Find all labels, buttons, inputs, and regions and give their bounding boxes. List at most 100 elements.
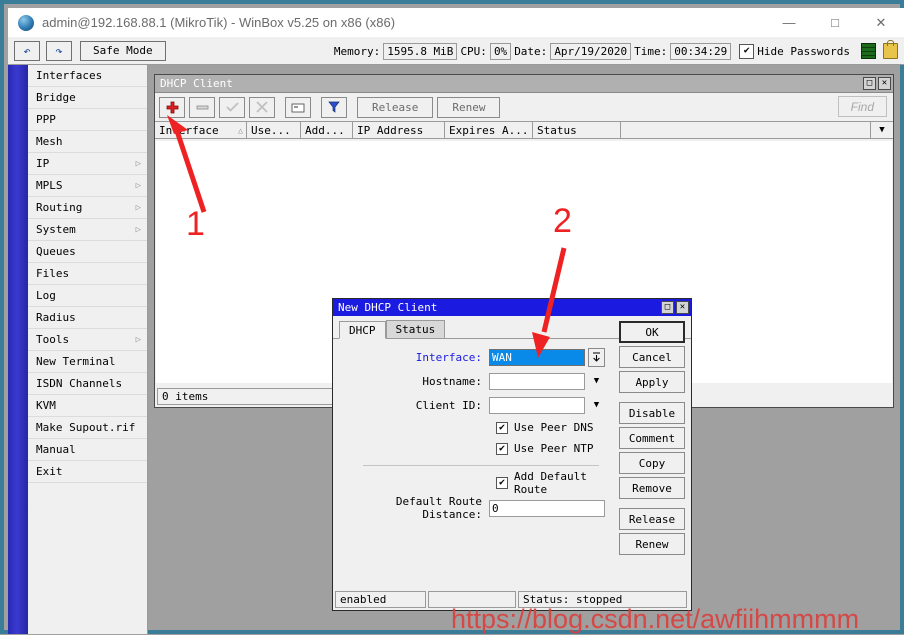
checkbox-row-use-peer-dns[interactable]: ✔ Use Peer DNS: [337, 417, 605, 438]
sidebar-item-label: MPLS: [36, 179, 63, 192]
field-label-interface[interactable]: Interface:: [337, 351, 489, 364]
hostname-input[interactable]: [489, 372, 585, 390]
undo-arrow-icon[interactable]: ↶: [14, 40, 40, 61]
close-button[interactable]: ✕: [858, 8, 904, 37]
sidebar-item-label: KVM: [36, 399, 56, 412]
column-header-label: Add...: [305, 123, 345, 137]
disable-button[interactable]: Disable: [619, 402, 685, 424]
chevron-right-icon: ▷: [135, 224, 141, 235]
comment-icon[interactable]: [285, 96, 311, 118]
app-title: admin@192.168.88.1 (MikroTik) - WinBox v…: [42, 15, 396, 30]
sidebar-item-make-supout-rif[interactable]: Make Supout.rif: [28, 417, 147, 439]
cross-icon[interactable]: [249, 96, 275, 118]
time-value: 00:34:29: [670, 42, 732, 60]
checkbox-row-use-peer-ntp[interactable]: ✔ Use Peer NTP: [337, 438, 605, 459]
tab-dhcp[interactable]: DHCP: [339, 321, 386, 339]
sidebar-item-manual[interactable]: Manual: [28, 439, 147, 461]
main-titlebar: admin@192.168.88.1 (MikroTik) - WinBox v…: [8, 8, 904, 37]
sidebar-item-ppp[interactable]: PPP: [28, 109, 147, 131]
sidebar-item-label: Manual: [36, 443, 76, 456]
winbox-application-window: admin@192.168.88.1 (MikroTik) - WinBox v…: [0, 0, 904, 634]
maximize-button[interactable]: □: [812, 8, 858, 37]
cpu-value: 0%: [489, 42, 512, 60]
column-header-label: Status: [537, 123, 577, 137]
sidebar-item-new-terminal[interactable]: New Terminal: [28, 351, 147, 373]
checkbox-label-use-peer-ntp: Use Peer NTP: [514, 442, 594, 455]
sidebar-item-label: Interfaces: [36, 69, 103, 82]
sidebar-item-log[interactable]: Log: [28, 285, 147, 307]
client-id-dropdown-icon[interactable]: ▼: [588, 400, 605, 410]
client-id-input[interactable]: [489, 396, 585, 414]
interface-dropdown-icon[interactable]: [588, 347, 605, 367]
sidebar-item-tools[interactable]: Tools ▷: [28, 329, 147, 351]
column-header-ip-address[interactable]: IP Address: [353, 122, 445, 138]
column-header-label: IP Address: [357, 123, 424, 137]
tab-status[interactable]: Status: [385, 320, 446, 338]
comment-button[interactable]: Comment: [619, 427, 685, 449]
renew-button[interactable]: Renew: [437, 96, 501, 118]
chevron-down-icon[interactable]: ▼: [871, 122, 893, 138]
copy-button[interactable]: Copy: [619, 452, 685, 474]
checkbox-use-peer-dns[interactable]: ✔: [496, 421, 508, 434]
renew-button[interactable]: Renew: [619, 533, 685, 555]
hide-passwords-checkbox[interactable]: ✔: [739, 43, 755, 59]
sidebar-item-mpls[interactable]: MPLS ▷: [28, 175, 147, 197]
default-route-distance-input[interactable]: 0: [489, 499, 605, 517]
check-icon[interactable]: [219, 96, 245, 118]
hostname-dropdown-icon[interactable]: ▼: [588, 376, 605, 386]
find-input[interactable]: Find: [837, 96, 887, 117]
sidebar-item-label: Log: [36, 289, 56, 302]
sidebar-item-routing[interactable]: Routing ▷: [28, 197, 147, 219]
dhcp-window-controls: □ ✕: [863, 77, 891, 90]
dhcp-client-toolbar: Release Renew Find: [155, 93, 893, 121]
remove-button[interactable]: Remove: [619, 477, 685, 499]
sidebar-item-system[interactable]: System ▷: [28, 219, 147, 241]
checkbox-row-add-default-route[interactable]: ✔ Add Default Route: [337, 469, 605, 496]
ok-button[interactable]: OK: [619, 321, 685, 343]
sidebar-item-mesh[interactable]: Mesh: [28, 131, 147, 153]
dhcp-maximize-button[interactable]: □: [863, 77, 876, 90]
sidebar-item-radius[interactable]: Radius: [28, 307, 147, 329]
redo-arrow-icon[interactable]: ↷: [46, 40, 72, 61]
sidebar-item-interfaces[interactable]: Interfaces: [28, 65, 147, 87]
column-header-use[interactable]: Use...: [247, 122, 301, 138]
checkbox-add-default-route[interactable]: ✔: [496, 476, 508, 489]
release-button[interactable]: Release: [619, 508, 685, 530]
minimize-button[interactable]: —: [766, 8, 812, 37]
sidebar-item-ip[interactable]: IP ▷: [28, 153, 147, 175]
toolbar-status-fields: Memory: 1595.8 MiB CPU: 0% Date: Apr/19/…: [334, 37, 898, 65]
chevron-right-icon: ▷: [135, 202, 141, 213]
apply-button[interactable]: Apply: [619, 371, 685, 393]
sidebar-item-bridge[interactable]: Bridge: [28, 87, 147, 109]
new-dialog-close-button[interactable]: ✕: [676, 301, 689, 314]
sidebar-item-label: Files: [36, 267, 70, 280]
dhcp-client-titlebar[interactable]: DHCP Client □ ✕: [155, 75, 893, 93]
dhcp-close-button[interactable]: ✕: [878, 77, 891, 90]
sidebar-item-label: Exit: [36, 465, 63, 478]
sidebar-item-files[interactable]: Files: [28, 263, 147, 285]
sidebar-item-queues[interactable]: Queues: [28, 241, 147, 263]
new-dialog-maximize-button[interactable]: □: [661, 301, 674, 314]
checkbox-use-peer-ntp[interactable]: ✔: [496, 442, 508, 455]
column-header-status[interactable]: Status: [533, 122, 621, 138]
safe-mode-button[interactable]: Safe Mode: [80, 40, 166, 61]
sidebar-item-isdn-channels[interactable]: ISDN Channels: [28, 373, 147, 395]
sidebar-item-kvm[interactable]: KVM: [28, 395, 147, 417]
time-label: Time:: [634, 44, 668, 58]
cpu-label: CPU:: [460, 44, 487, 58]
filter-funnel-icon[interactable]: [321, 96, 347, 118]
main-toolbar: ↶ ↷ Safe Mode Memory: 1595.8 MiB CPU: 0%…: [8, 37, 904, 65]
sidebar-item-label: Queues: [36, 245, 76, 258]
column-header-expires-a[interactable]: Expires A...: [445, 122, 533, 138]
column-header-spacer[interactable]: [621, 122, 871, 138]
new-dialog-window-controls: □ ✕: [661, 301, 689, 314]
column-header-add[interactable]: Add...: [301, 122, 353, 138]
new-dialog-form: Interface: WAN Hostname: ▼ Client ID: ▼ ✔ Use P…: [333, 339, 613, 584]
sort-ascending-icon: △: [238, 125, 243, 135]
release-button[interactable]: Release: [357, 96, 434, 118]
form-divider: [363, 465, 599, 466]
sidebar-item-exit[interactable]: Exit: [28, 461, 147, 483]
cancel-button[interactable]: Cancel: [619, 346, 685, 368]
checkbox-label-add-default-route: Add Default Route: [514, 469, 587, 496]
chevron-right-icon: ▷: [135, 180, 141, 191]
